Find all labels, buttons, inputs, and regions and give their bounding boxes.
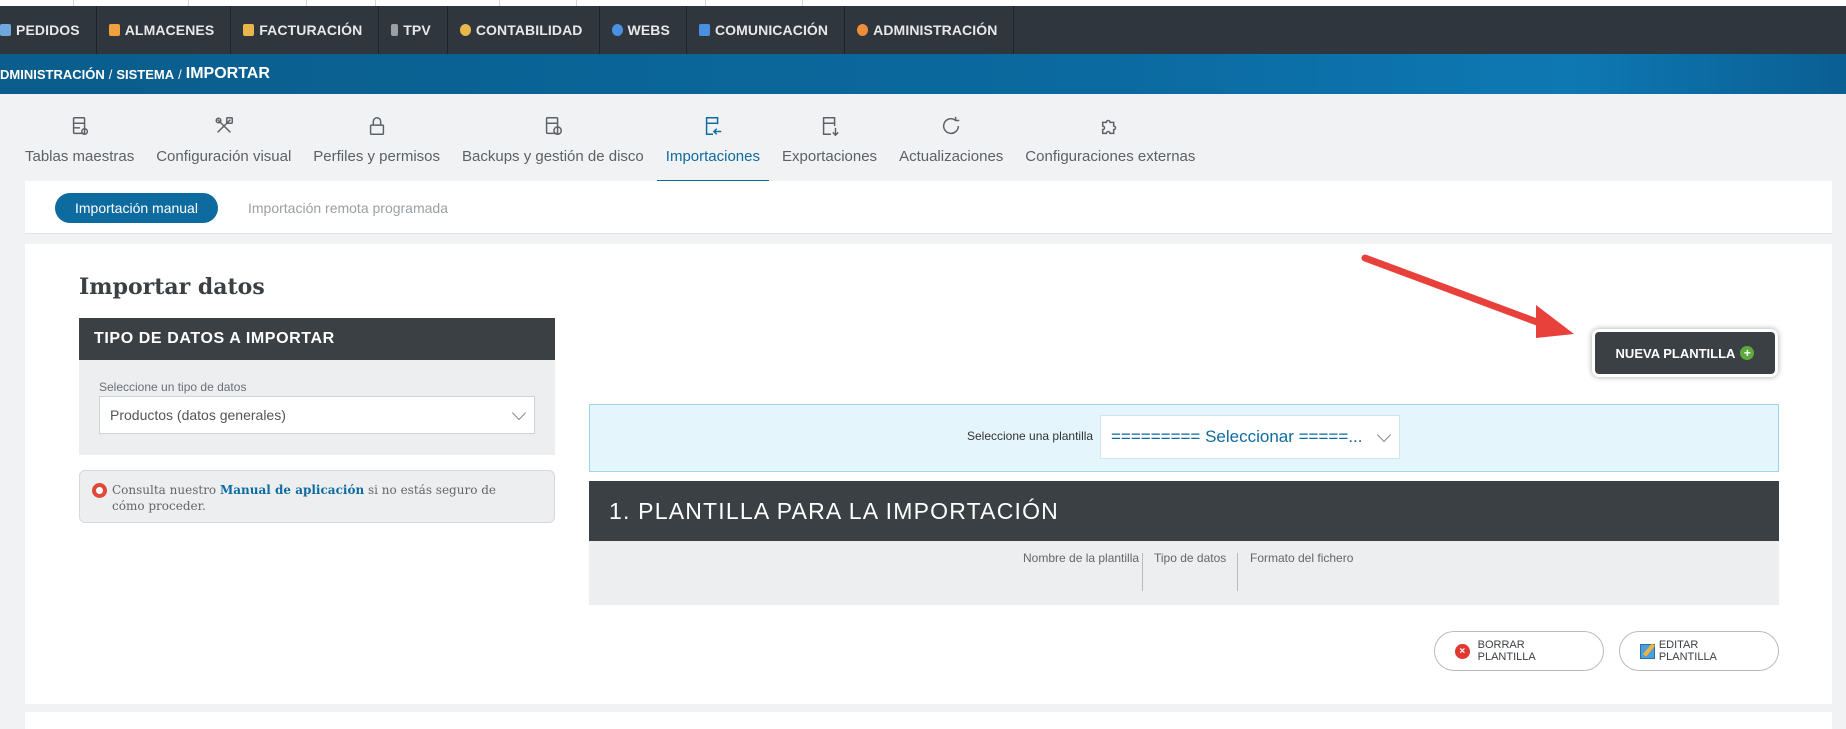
nav-item-administracion[interactable]: ADMINISTRACIÓN	[845, 6, 1015, 54]
data-type-value: Productos (datos generales)	[110, 407, 286, 423]
tab-label: Perfiles y permisos	[313, 148, 440, 165]
pos-terminal-icon	[391, 24, 399, 36]
section-tabs: Tablas maestras Configuración visual Per…	[14, 108, 1206, 182]
tab-perfiles-permisos[interactable]: Perfiles y permisos	[302, 108, 451, 180]
nav-item-label: COMUNICACIÓN	[714, 22, 829, 38]
breadcrumb-current: IMPORTAR	[185, 65, 270, 82]
tab-label: Configuraciones externas	[1025, 148, 1196, 165]
column-file-format: Formato del fichero	[1250, 551, 1354, 565]
plus-icon: +	[1740, 346, 1755, 360]
nav-item-facturacion[interactable]: FACTURACIÓN	[231, 6, 380, 54]
gears-icon	[857, 24, 869, 36]
data-type-select[interactable]: Productos (datos generales)	[99, 396, 535, 434]
page-title: Importar datos	[79, 274, 265, 300]
breadcrumb-administracion[interactable]: DMINISTRACIÓN	[0, 67, 105, 82]
nav-item-tpv[interactable]: TPV	[379, 6, 448, 54]
backup-icon	[542, 108, 564, 144]
nav-item-webs[interactable]: WEBS	[600, 6, 687, 54]
breadcrumb: DMINISTRACIÓN / SISTEMA / IMPORTAR	[0, 54, 1846, 94]
nav-item-label: TPV	[403, 22, 431, 38]
nav-item-label: FACTURACIÓN	[259, 22, 363, 38]
refresh-icon	[940, 108, 962, 144]
breadcrumb-sistema[interactable]: SISTEMA	[116, 67, 174, 82]
edit-icon	[1640, 643, 1655, 659]
manual-link[interactable]: Manual de aplicación	[220, 483, 364, 497]
template-select-value: ========= Seleccionar =====...	[1111, 427, 1363, 446]
chevron-down-icon	[511, 405, 527, 421]
tab-tablas-maestras[interactable]: Tablas maestras	[14, 108, 145, 180]
new-template-label: NUEVA PLANTILLA	[1615, 345, 1736, 361]
export-icon	[819, 108, 841, 144]
import-icon	[702, 108, 724, 144]
help-prefix: Consulta nuestro	[112, 483, 217, 497]
new-template-button[interactable]: NUEVA PLANTILLA +	[1595, 332, 1775, 374]
tab-label: Backups y gestión de disco	[462, 148, 644, 165]
import-panel: Importar datos TIPO DE DATOS A IMPORTAR …	[25, 244, 1832, 704]
subtabs-panel: Importación manual Importación remota pr…	[25, 181, 1832, 234]
nav-item-comunicacion[interactable]: COMUNICACIÓN	[687, 6, 846, 54]
edit-template-button[interactable]: EDITAR PLANTILLA	[1619, 631, 1779, 671]
nav-item-label: CONTABILIDAD	[475, 22, 583, 38]
data-type-panel: Seleccione un tipo de datos Productos (d…	[79, 360, 555, 455]
data-type-label: Seleccione un tipo de datos	[99, 380, 247, 394]
tab-exportaciones[interactable]: Exportaciones	[771, 108, 888, 180]
tab-label: Actualizaciones	[899, 148, 1004, 165]
tab-backups[interactable]: Backups y gestión de disco	[451, 108, 655, 180]
coins-icon	[459, 24, 471, 36]
nav-item-label: ALMACENES	[124, 22, 215, 38]
bottom-panel	[25, 712, 1832, 729]
delete-template-button[interactable]: × BORRAR PLANTILLA	[1434, 631, 1604, 671]
subtab-importacion-remota[interactable]: Importación remota programada	[248, 193, 448, 223]
template-select[interactable]: ========= Seleccionar =====...	[1100, 415, 1400, 459]
breadcrumb-separator: /	[108, 66, 113, 82]
tools-icon	[213, 108, 235, 144]
globe-icon	[611, 24, 623, 36]
chevron-down-icon	[1376, 427, 1392, 443]
edit-template-label: EDITAR PLANTILLA	[1658, 639, 1717, 663]
document-icon	[0, 24, 11, 36]
chat-icon	[698, 24, 710, 36]
tab-label: Tablas maestras	[25, 148, 135, 165]
invoice-icon	[243, 24, 255, 36]
nav-item-almacenes[interactable]: ALMACENES	[97, 6, 232, 54]
help-text: Consulta nuestro Manual de aplicación si…	[112, 482, 532, 514]
help-note: Consulta nuestro Manual de aplicación si…	[79, 470, 555, 523]
tab-label: Exportaciones	[782, 148, 878, 165]
main-nav: PEDIDOS ALMACENES FACTURACIÓN TPV CONTAB…	[0, 6, 1846, 54]
template-table-header: Nombre de la plantilla Tipo de datos For…	[589, 541, 1779, 605]
puzzle-icon	[1099, 108, 1121, 144]
tab-configuracion-visual[interactable]: Configuración visual	[145, 108, 302, 180]
lock-icon	[366, 108, 388, 144]
subtab-importacion-manual[interactable]: Importación manual	[55, 193, 218, 223]
nav-item-label: WEBS	[627, 22, 670, 38]
template-section-title: 1. PLANTILLA PARA LA IMPORTACIÓN	[589, 481, 1779, 541]
nav-item-label: ADMINISTRACIÓN	[873, 22, 998, 38]
breadcrumb-separator: /	[178, 66, 182, 82]
table-gear-icon	[69, 108, 91, 144]
warehouse-icon	[108, 24, 120, 36]
nav-item-contabilidad[interactable]: CONTABILIDAD	[448, 6, 600, 54]
tab-importaciones[interactable]: Importaciones	[655, 108, 771, 182]
delete-icon: ×	[1455, 643, 1470, 659]
column-data-type: Tipo de datos	[1154, 551, 1227, 565]
tab-configuraciones-externas[interactable]: Configuraciones externas	[1014, 108, 1206, 180]
tab-label: Importaciones	[665, 148, 760, 165]
delete-template-label: BORRAR PLANTILLA	[1477, 639, 1536, 663]
column-template-name: Nombre de la plantilla	[1023, 551, 1140, 565]
lifebuoy-icon	[92, 483, 107, 498]
column-divider	[1142, 553, 1143, 591]
template-select-band: Seleccione una plantilla ========= Selec…	[589, 404, 1779, 472]
column-divider	[1237, 553, 1238, 591]
tab-label: Configuración visual	[156, 148, 292, 165]
tab-actualizaciones[interactable]: Actualizaciones	[888, 108, 1014, 180]
template-select-label: Seleccione una plantilla	[967, 429, 1094, 443]
nav-item-label: PEDIDOS	[16, 22, 80, 38]
nav-item-pedidos[interactable]: PEDIDOS	[0, 6, 97, 54]
data-type-header: TIPO DE DATOS A IMPORTAR	[79, 318, 555, 360]
